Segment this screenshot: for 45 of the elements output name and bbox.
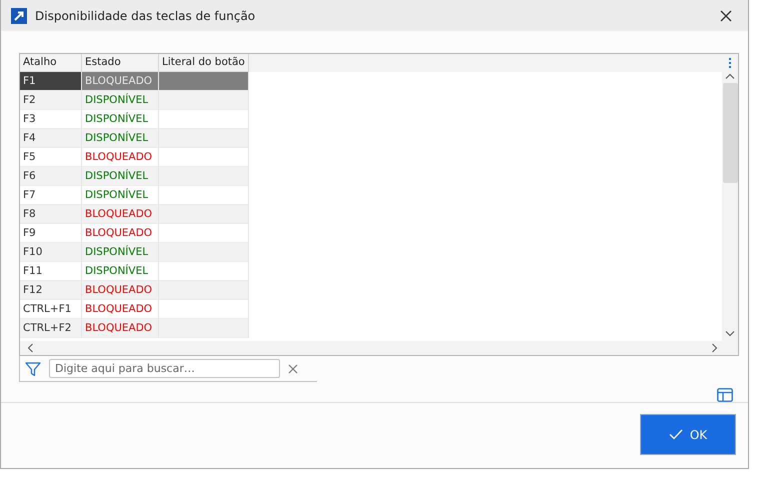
table-cell: BLOQUEADO — [82, 148, 159, 167]
check-icon — [668, 429, 683, 440]
table-cell: F11 — [20, 262, 82, 281]
table-cell: F1 — [20, 72, 82, 91]
ok-button[interactable]: OK — [640, 414, 736, 455]
table-cell: F12 — [20, 281, 82, 300]
scroll-up-icon[interactable] — [725, 73, 735, 79]
table-cell: F2 — [20, 91, 82, 110]
window-title: Disponibilidade das teclas de função — [35, 8, 256, 22]
table-cell: DISPONÍVEL — [82, 167, 159, 186]
table-cell: CTRL+F2 — [20, 319, 82, 338]
table-cell: DISPONÍVEL — [82, 110, 159, 129]
table-cell: BLOQUEADO — [82, 281, 159, 300]
close-icon[interactable] — [720, 10, 732, 22]
table-cell: F6 — [20, 167, 82, 186]
scroll-thumb[interactable] — [722, 83, 738, 183]
scroll-right-icon[interactable] — [712, 343, 718, 353]
table-cell: DISPONÍVEL — [82, 243, 159, 262]
table-cell: BLOQUEADO — [82, 72, 159, 91]
table-cell: F10 — [20, 243, 82, 262]
table-cell: BLOQUEADO — [82, 319, 159, 338]
clear-icon[interactable] — [288, 364, 298, 374]
table-cell: DISPONÍVEL — [82, 91, 159, 110]
table-cell: CTRL+F1 — [20, 300, 82, 319]
table-cell: DISPONÍVEL — [82, 262, 159, 281]
horizontal-scrollbar[interactable] — [20, 341, 738, 355]
table-cell: F5 — [20, 148, 82, 167]
more-icon[interactable] — [728, 57, 732, 69]
table-cell: F4 — [20, 129, 82, 148]
table-cell: DISPONÍVEL — [82, 129, 159, 148]
table-cell: F7 — [20, 186, 82, 205]
scroll-left-icon[interactable] — [27, 343, 33, 353]
table-cell: F9 — [20, 224, 82, 243]
vertical-scrollbar[interactable] — [722, 54, 738, 341]
search-field[interactable]: Digite aqui para buscar… — [49, 359, 280, 378]
table-cell: BLOQUEADO — [82, 224, 159, 243]
table-cell: BLOQUEADO — [82, 300, 159, 319]
app-icon — [11, 8, 27, 24]
table-cell: F8 — [20, 205, 82, 224]
scroll-down-icon[interactable] — [725, 331, 735, 337]
filter-icon[interactable] — [25, 360, 41, 376]
layout-icon[interactable] — [717, 388, 733, 402]
table-cell: F3 — [20, 110, 82, 129]
table-cell: BLOQUEADO — [82, 205, 159, 224]
table-cell: DISPONÍVEL — [82, 186, 159, 205]
